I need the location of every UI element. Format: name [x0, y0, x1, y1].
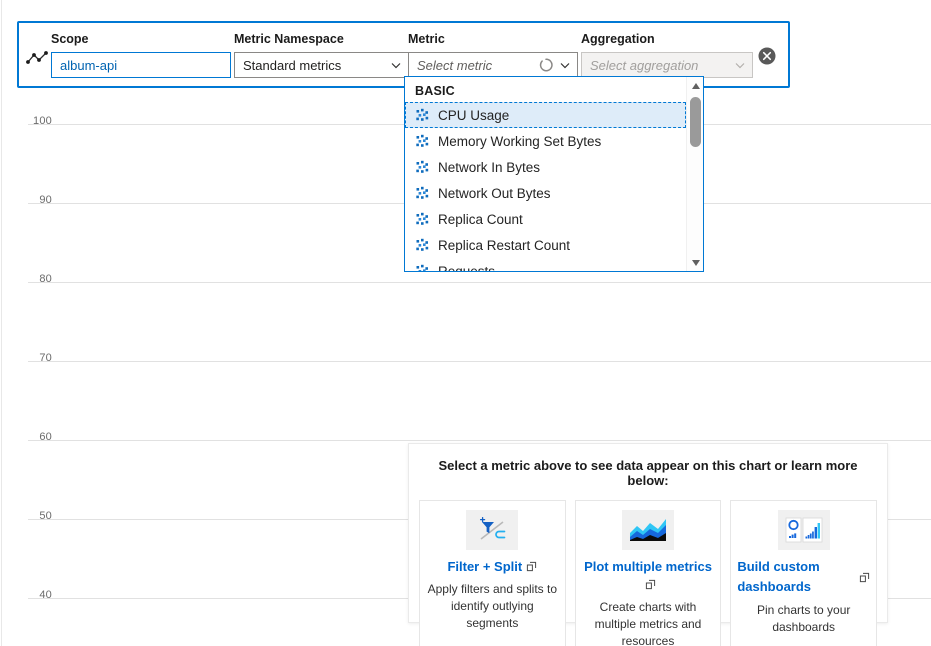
metric-option-replica-count[interactable]: Replica Count: [405, 206, 686, 232]
external-link-icon: [645, 577, 656, 588]
line-chart-icon: [25, 49, 49, 67]
y-axis-tick-label: 60: [0, 431, 52, 443]
metric-option-network-out-bytes[interactable]: Network Out Bytes: [405, 180, 686, 206]
metric-option-label: Network Out Bytes: [438, 186, 551, 201]
metric-option-label: CPU Usage: [438, 108, 509, 123]
gridline-row: 70: [0, 361, 931, 362]
external-link-icon: [859, 570, 870, 581]
metric-namespace-dropdown[interactable]: Standard metrics: [234, 52, 409, 78]
metric-option-label: Replica Count: [438, 212, 523, 227]
metric-option-replica-restart-count[interactable]: Replica Restart Count: [405, 232, 686, 258]
chevron-down-icon: [734, 59, 746, 71]
metric-namespace-label: Metric Namespace: [234, 31, 414, 48]
dashboard-tiles-icon: [778, 510, 830, 550]
metric-scatter-icon: [415, 264, 430, 272]
y-axis-tick-label: 40: [0, 589, 52, 601]
chart-empty-state-panel: Select a metric above to see data appear…: [408, 443, 888, 623]
loading-spinner-icon: [539, 58, 553, 72]
aggregation-dropdown: Select aggregation: [581, 52, 753, 78]
filter-split-icon: [466, 510, 518, 550]
aggregation-placeholder: Select aggregation: [590, 58, 730, 73]
gridline: [28, 440, 931, 441]
card-link-row: Plot multiple metrics: [582, 557, 715, 594]
card-link-row: Filter + Split: [426, 557, 559, 576]
gridline: [28, 361, 931, 362]
gridline-row: 60: [0, 440, 931, 441]
metric-option-requests[interactable]: Requests: [405, 258, 686, 271]
gridline-row: 80: [0, 282, 931, 283]
metric-scatter-icon: [415, 160, 430, 175]
card-link-row: Build custom dashboards: [737, 557, 870, 597]
close-circle-icon[interactable]: [757, 46, 777, 66]
metric-dropdown-options: BASIC CPU Usage: [405, 77, 686, 271]
metric-option-cpu-usage[interactable]: CPU Usage: [405, 102, 686, 128]
y-axis-tick-label: 80: [0, 273, 52, 285]
metric-placeholder: Select metric: [417, 58, 539, 73]
metric-dropdown-list: BASIC CPU Usage: [404, 76, 704, 272]
scrollbar-thumb[interactable]: [690, 97, 701, 147]
scope-field: Scope album-api: [51, 31, 241, 78]
filter-split-link[interactable]: Filter + Split: [447, 559, 522, 574]
metric-option-label: Network In Bytes: [438, 160, 540, 175]
metric-dropdown-input[interactable]: Select metric: [408, 52, 578, 78]
scope-input[interactable]: album-api: [51, 52, 231, 78]
metric-option-label: Replica Restart Count: [438, 238, 570, 253]
metric-scatter-icon: [415, 134, 430, 149]
y-axis-tick-label: 90: [0, 194, 52, 206]
plot-multiple-metrics-description: Create charts with multiple metrics and …: [582, 599, 715, 646]
external-link-icon: [526, 559, 537, 570]
gridline: [28, 282, 931, 283]
empty-state-message: Select a metric above to see data appear…: [409, 444, 887, 488]
card-build-custom-dashboards[interactable]: Build custom dashboards Pin charts to yo…: [730, 500, 877, 646]
metrics-chart-page: 100 90 80 70 60 50 40: [0, 0, 931, 646]
metric-scatter-icon: [415, 108, 430, 123]
metric-label: Metric: [408, 31, 588, 48]
aggregation-label: Aggregation: [581, 31, 761, 48]
metric-scatter-icon: [415, 238, 430, 253]
metric-option-label: Requests: [438, 264, 495, 272]
metric-option-network-in-bytes[interactable]: Network In Bytes: [405, 154, 686, 180]
scope-label: Scope: [51, 31, 241, 48]
metric-group-header: BASIC: [405, 77, 686, 102]
plot-multiple-metrics-link[interactable]: Plot multiple metrics: [584, 559, 712, 574]
metric-option-memory-working-set-bytes[interactable]: Memory Working Set Bytes: [405, 128, 686, 154]
metric-scatter-icon: [415, 212, 430, 227]
metric-namespace-value: Standard metrics: [243, 58, 386, 73]
metric-namespace-field: Metric Namespace Standard metrics: [234, 31, 414, 78]
metric-scatter-icon: [415, 186, 430, 201]
scroll-down-arrow-icon[interactable]: [687, 254, 704, 271]
metric-field: Metric Select metric: [408, 31, 588, 78]
card-plot-multiple-metrics[interactable]: Plot multiple metrics Create charts with…: [575, 500, 722, 646]
filter-split-description: Apply filters and splits to identify out…: [426, 581, 559, 632]
scroll-up-arrow-icon[interactable]: [687, 77, 704, 94]
dropdown-scrollbar[interactable]: [686, 77, 703, 271]
y-axis-tick-label: 50: [0, 510, 52, 522]
card-filter-split[interactable]: Filter + Split Apply filters and splits …: [419, 500, 566, 646]
aggregation-field: Aggregation Select aggregation: [581, 31, 761, 78]
learn-more-cards: Filter + Split Apply filters and splits …: [409, 488, 887, 646]
y-axis-tick-label: 100: [0, 115, 52, 127]
build-custom-dashboards-description: Pin charts to your dashboards: [737, 602, 870, 636]
chevron-down-icon: [559, 59, 571, 71]
build-custom-dashboards-link[interactable]: Build custom dashboards: [737, 559, 819, 594]
chevron-down-icon: [390, 59, 402, 71]
scope-value: album-api: [60, 58, 224, 73]
area-chart-icon: [622, 510, 674, 550]
y-axis-tick-label: 70: [0, 352, 52, 364]
metric-option-label: Memory Working Set Bytes: [438, 134, 601, 149]
